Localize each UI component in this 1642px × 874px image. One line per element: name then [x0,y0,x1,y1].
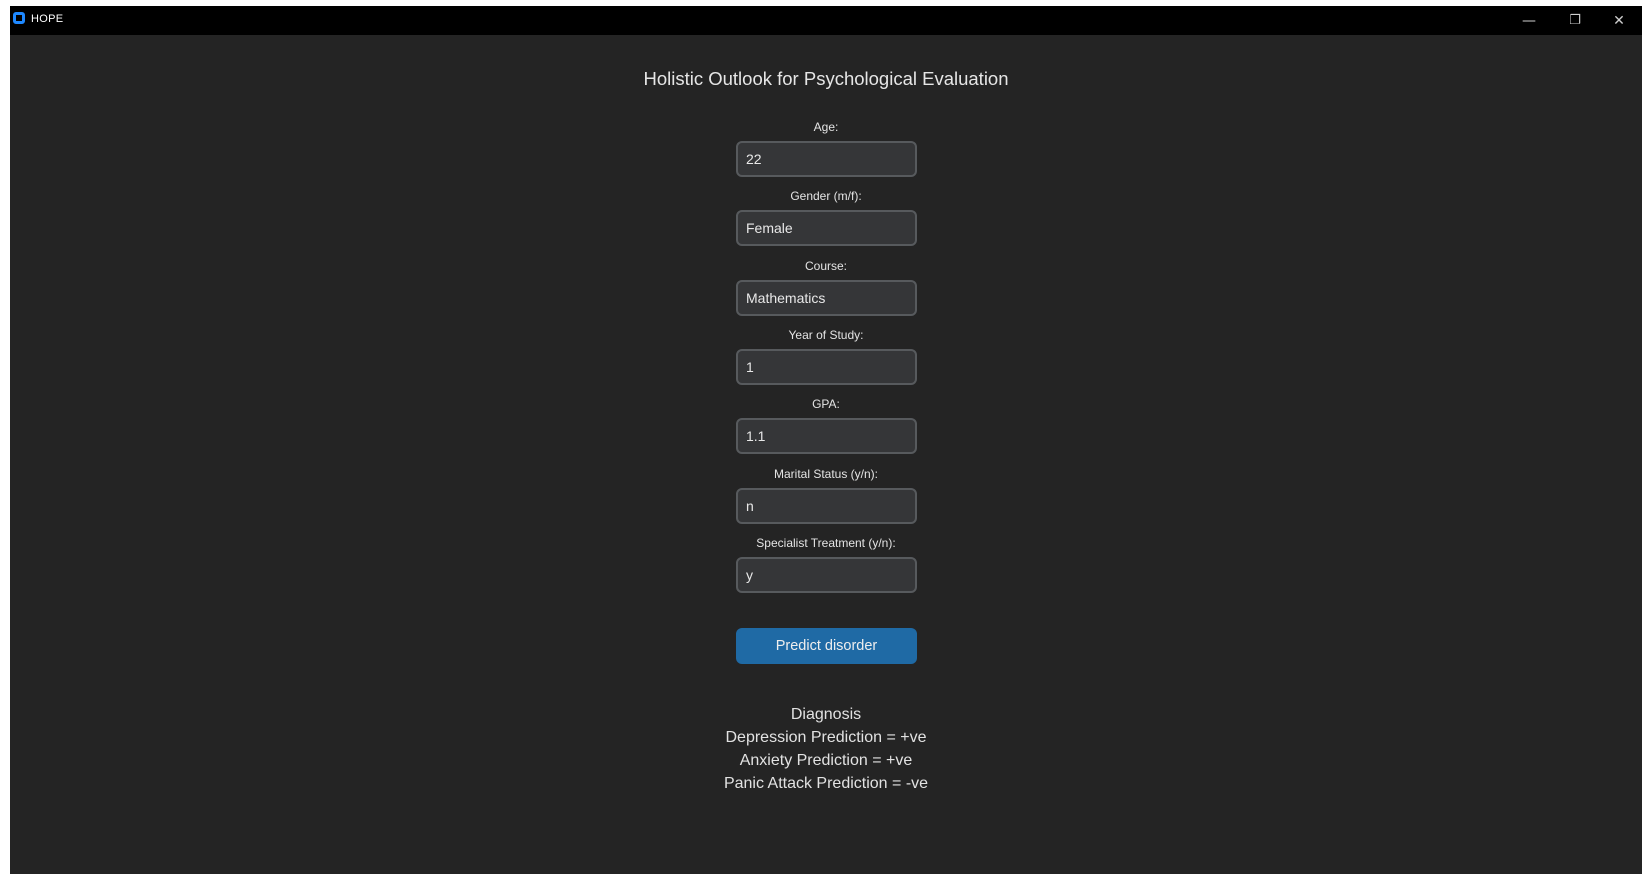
marital-status-input[interactable] [736,488,917,524]
year-of-study-label: Year of Study: [788,328,864,342]
gpa-input[interactable] [736,418,917,454]
gpa-label: GPA: [812,397,840,411]
main-content: Holistic Outlook for Psychological Evalu… [10,35,1642,874]
window-title: HOPE [31,13,64,25]
specialist-treatment-label: Specialist Treatment (y/n): [756,536,896,550]
diagnosis-title: Diagnosis [790,706,862,723]
diagnosis-panel: Diagnosis Depression Prediction = +ve An… [10,703,1642,795]
close-button[interactable]: ✕ [1596,6,1642,35]
app-window: HOPE — ❐ ✕ Holistic Outlook for Psycholo… [10,6,1642,874]
year-of-study-input[interactable] [736,349,917,385]
app-logo-icon [13,12,25,24]
panic-attack-prediction: Panic Attack Prediction = -ve [723,775,929,792]
specialist-treatment-input[interactable] [736,557,917,593]
minimize-button[interactable]: — [1506,6,1552,35]
age-label: Age: [813,120,839,134]
page-title: Holistic Outlook for Psychological Evalu… [643,68,1009,89]
course-input[interactable] [736,280,917,316]
gender-label: Gender (m/f): [790,189,862,203]
age-input[interactable] [736,141,917,177]
depression-prediction: Depression Prediction = +ve [725,729,927,746]
predict-disorder-button[interactable]: Predict disorder [736,628,917,664]
title-bar[interactable]: HOPE — ❐ ✕ [10,6,1642,35]
maximize-button[interactable]: ❐ [1552,6,1598,35]
marital-status-label: Marital Status (y/n): [773,467,879,481]
anxiety-prediction: Anxiety Prediction = +ve [739,752,913,769]
course-label: Course: [804,259,848,273]
gender-input[interactable] [736,210,917,246]
